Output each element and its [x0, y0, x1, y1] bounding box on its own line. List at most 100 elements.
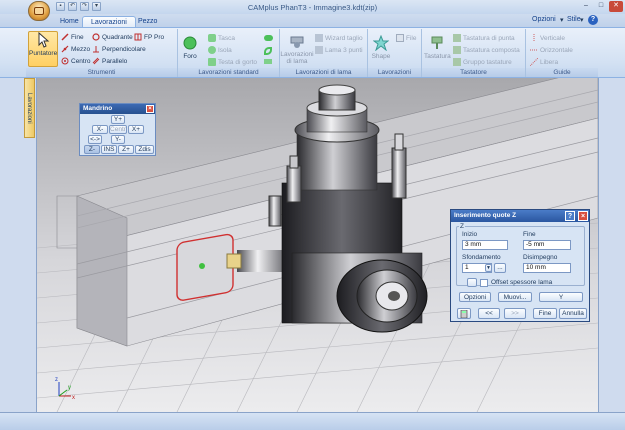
tab-lavorazioni[interactable]: Lavorazioni [82, 16, 136, 27]
snap-parallelo[interactable]: Parallelo [92, 57, 127, 65]
maximize-button[interactable]: □ [594, 1, 608, 12]
tab-pezzo[interactable]: Pezzo [130, 16, 165, 27]
contour-icon[interactable] [264, 35, 273, 41]
probe-tip-icon [453, 34, 461, 42]
pointer-button[interactable]: Puntatore [28, 31, 58, 67]
path-icon[interactable] [264, 59, 272, 64]
group-label-lavorazioni-lama: Lavorazioni di lama [280, 68, 367, 77]
snap-quadrante[interactable]: Quadrante [92, 33, 133, 41]
close-button[interactable]: ✕ [609, 1, 623, 12]
snap-mezzo[interactable]: Mezzo [61, 45, 90, 53]
offset-left-button[interactable] [467, 278, 477, 287]
wizard-taglio-button[interactable]: Wizard taglio [315, 34, 363, 42]
z-minus-button[interactable]: Z- [84, 145, 100, 154]
group-label-strumenti: Strumenti [26, 68, 177, 77]
probe-group-icon [453, 58, 461, 66]
next-button[interactable]: >> [504, 308, 526, 319]
muovi-button[interactable]: Muovi... [498, 292, 532, 302]
help-icon[interactable]: ? [588, 15, 598, 25]
offset-checkbox[interactable] [480, 279, 488, 287]
star-icon [373, 35, 389, 51]
shape-button[interactable]: Shape [370, 35, 392, 60]
window-title: CAMplus PhanT3 - Immagine3.kdt(zip) [247, 3, 378, 12]
tastatura-di-punta-button[interactable]: Tastatura di punta [453, 34, 515, 42]
wizard-icon [315, 34, 323, 42]
tastatura-button[interactable]: Tastatura [424, 35, 451, 60]
group-tastatore: Tastatura Tastatura di punta Tastatura c… [422, 29, 526, 77]
inizio-label: Inizio [462, 231, 478, 238]
calculator-icon[interactable] [457, 308, 471, 319]
lavorazioni-lama-button[interactable]: Lavorazioni di lama [280, 33, 314, 65]
snap-perpendicolare[interactable]: Perpendicolare [92, 45, 146, 53]
mandrino-header: Mandrino × [80, 104, 155, 114]
snap-centro-label: Centro [71, 57, 91, 65]
mandrino-title: Mandrino [83, 105, 113, 112]
snap-fp-pro[interactable]: FP Pro [134, 33, 164, 41]
guide-orizzontale[interactable]: Orizzontale [530, 46, 573, 54]
pointer-label: Puntatore [29, 50, 58, 57]
mandrino-close-button[interactable]: × [146, 105, 154, 113]
y-plus-button[interactable]: Y+ [111, 115, 125, 124]
chevron-down-icon[interactable]: ▼ [485, 264, 492, 272]
group-label-tastatore: Tastatore [422, 68, 525, 77]
pocket-icon [208, 34, 216, 42]
minimize-button[interactable]: – [579, 1, 593, 12]
inizio-field[interactable]: 3 mm [462, 240, 508, 250]
title-bar: ▪ ↶ ↷ ▾ CAMplus PhanT3 - Immagine3.kdt(z… [0, 0, 625, 14]
sfondamento-browse-button[interactable]: ... [494, 263, 506, 273]
file-label: File [406, 34, 417, 42]
style-menu[interactable]: Stile [567, 16, 581, 23]
group-guide: Verticale Orizzontale Libera Guide [526, 29, 598, 77]
x-minus-button[interactable]: X- [92, 125, 108, 134]
probe-compound-icon [453, 46, 461, 54]
fine-field[interactable]: -5 mm [523, 240, 571, 250]
sidebar-tab-lavorazioni[interactable]: Lavorazioni [24, 78, 35, 138]
shape-label: Shape [371, 53, 391, 60]
swap-button[interactable]: <-> [88, 135, 102, 144]
snap-centro[interactable]: Centro [61, 57, 91, 65]
centra-button[interactable]: Centr [109, 125, 127, 134]
sfondamento-label: Sfondamento [462, 254, 501, 261]
slot-toolpath [176, 233, 234, 301]
circle-icon [92, 33, 100, 41]
curve-icon[interactable] [264, 47, 272, 55]
application-menu-button[interactable] [28, 1, 50, 21]
y-button[interactable]: Y [539, 292, 583, 302]
guide-libera-label: Libera [540, 58, 559, 66]
wizard-taglio-label: Wizard taglio [325, 34, 363, 42]
ins-button[interactable]: INS [101, 145, 117, 154]
prev-button[interactable]: << [478, 308, 500, 319]
snap-perpendicolare-label: Perpendicolare [102, 45, 146, 53]
group-lavorazioni-speciali: Shape File Lavorazioni speciali [368, 29, 422, 85]
offset-label: Offset spessore lama [491, 279, 553, 286]
tool-tip [226, 253, 242, 269]
lama-3-punti-button[interactable]: Lama 3 punti [315, 46, 363, 54]
x-plus-button[interactable]: X+ [128, 125, 144, 134]
annulla-button[interactable]: Annulla [559, 308, 587, 319]
file-button[interactable]: File [396, 34, 416, 42]
z-plus-button[interactable]: Z+ [118, 145, 134, 154]
foro-button[interactable]: Foro [180, 35, 200, 60]
zdis-button[interactable]: Zdis [135, 145, 154, 154]
disimpegno-field[interactable]: 10 mm [523, 263, 571, 273]
options-menu[interactable]: Opzioni [532, 16, 556, 23]
testa-di-gorto-button[interactable]: Testa di gorto [208, 58, 257, 66]
guide-verticale[interactable]: Verticale [530, 34, 565, 42]
y-minus-button[interactable]: Y- [111, 135, 125, 144]
opzioni-button[interactable]: Opzioni [459, 292, 491, 302]
gruppo-tastature-label: Gruppo tastature [463, 58, 512, 66]
snap-fine[interactable]: Fine [61, 33, 84, 41]
right-panel [598, 78, 625, 412]
gruppo-tastature-button[interactable]: Gruppo tastature [453, 58, 512, 66]
free-guide-icon [529, 57, 539, 67]
guide-libera[interactable]: Libera [529, 57, 559, 67]
axis-z-label: z [55, 377, 58, 383]
tasca-button[interactable]: Tasca [208, 34, 235, 42]
fine-button[interactable]: Fine [533, 308, 557, 319]
help-icon[interactable]: ? [565, 211, 575, 221]
close-icon[interactable]: × [578, 211, 588, 221]
group-label-lavorazioni-speciali: Lavorazioni speciali [368, 68, 421, 85]
mandrino-panel: Mandrino × Y+ X- Centr X+ <-> Y- Z- INS Z… [79, 103, 156, 156]
tastatura-composta-button[interactable]: Tastatura composta [453, 46, 520, 54]
isola-button[interactable]: Isola [208, 46, 232, 54]
